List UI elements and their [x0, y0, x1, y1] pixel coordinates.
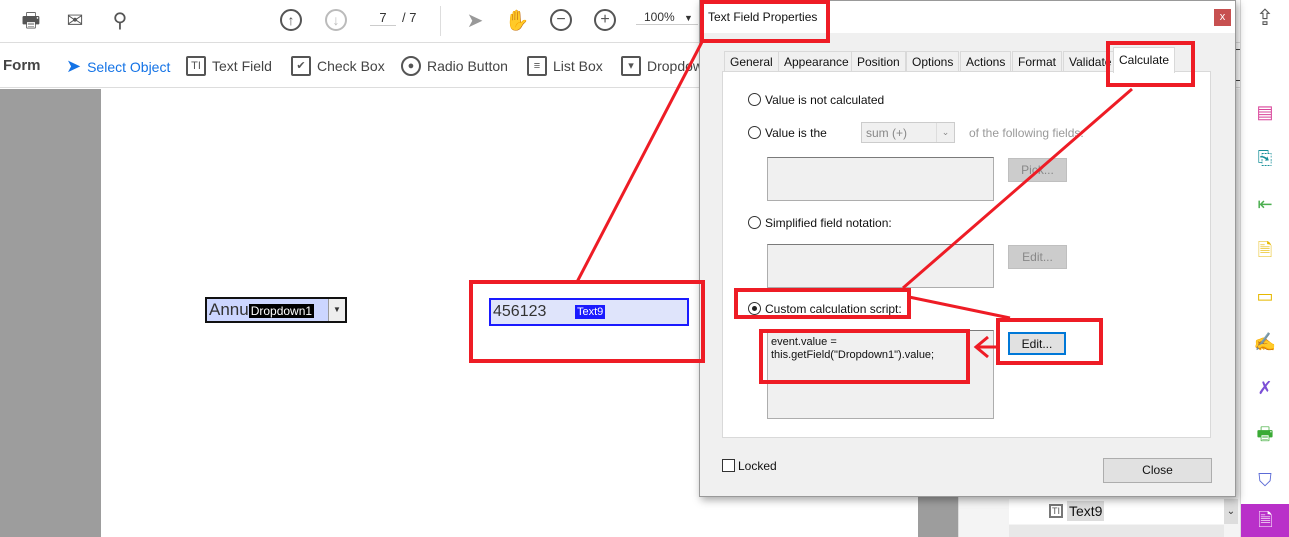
- dropdown-name: Dropdown1: [248, 304, 315, 318]
- page-number-input[interactable]: 7: [370, 10, 396, 26]
- operation-select[interactable]: sum (+) ⌄: [861, 122, 955, 143]
- fields-list-box[interactable]: [767, 157, 994, 201]
- dialog-title: Text Field Properties: [708, 10, 818, 24]
- list-item[interactable]: TI Text9: [1049, 501, 1105, 521]
- fill-sign-icon[interactable]: ✍: [1253, 330, 1277, 354]
- export-pdf-icon[interactable]: ⎘: [1253, 146, 1277, 170]
- zoom-out-icon[interactable]: −: [550, 9, 572, 31]
- tool-label: Radio Button: [427, 58, 508, 74]
- dropdown-icon: ▾: [621, 56, 641, 76]
- print-production-icon[interactable]: 🖶: [1253, 422, 1277, 446]
- page-total: / 7: [402, 10, 417, 25]
- list-item-label: Text9: [1067, 501, 1105, 521]
- hand-icon[interactable]: ✋: [504, 8, 530, 34]
- fields-list: [1009, 499, 1224, 524]
- script-box[interactable]: event.value = this.getField("Dropdown1")…: [767, 330, 994, 419]
- tool-label: Text Field: [212, 58, 272, 74]
- list-box-tool[interactable]: ≡ List Box: [527, 56, 603, 76]
- check-box-tool[interactable]: ✔ Check Box: [291, 56, 385, 76]
- search-icon[interactable]: ⚲: [107, 8, 133, 34]
- tab-format[interactable]: Format: [1012, 51, 1063, 72]
- select-object-tool[interactable]: ➤ Select Object: [66, 56, 170, 77]
- compress-icon[interactable]: ⇤: [1253, 192, 1277, 216]
- dropdown-field[interactable]: Annu Dropdown1 ▼: [205, 297, 347, 323]
- tab-appearance[interactable]: Appearance: [778, 51, 855, 72]
- radio-simplified[interactable]: [748, 216, 761, 229]
- label-simplified: Simplified field notation:: [765, 216, 892, 230]
- list-box-icon: ≡: [527, 56, 547, 76]
- locked-checkbox[interactable]: [722, 459, 735, 472]
- zoom-value: 100%: [644, 10, 675, 24]
- text-field-tool[interactable]: TI Text Field: [186, 56, 272, 76]
- horizontal-scrollbar[interactable]: [1009, 525, 1224, 537]
- text-field-icon: TI: [186, 56, 206, 76]
- radio-button-tool[interactable]: ● Radio Button: [401, 56, 508, 76]
- share-icon[interactable]: ⇪: [1253, 6, 1277, 30]
- simplified-edit-button[interactable]: Edit...: [1008, 245, 1067, 269]
- custom-edit-button[interactable]: Edit...: [1008, 332, 1066, 355]
- right-sidebar: ⇪ ▤ ⎘ ⇤ 🗎 ▭ ✍ ✗ 🖶 ⛉ 🗎: [1240, 0, 1289, 537]
- tab-actions[interactable]: Actions: [960, 51, 1012, 72]
- simplified-box[interactable]: [767, 244, 994, 288]
- tool-label: Check Box: [317, 58, 385, 74]
- radio-icon: ●: [401, 56, 421, 76]
- text-field-icon: TI: [1049, 504, 1063, 518]
- checkbox-icon: ✔: [291, 56, 311, 76]
- dialog-title-bar: Text Field Properties x: [700, 1, 1235, 33]
- text9-field[interactable]: 456123 Text9: [489, 298, 689, 326]
- tab-options[interactable]: Options: [906, 51, 960, 72]
- zoom-select[interactable]: 100% ▼: [636, 10, 698, 25]
- dialog-close-icon[interactable]: x: [1214, 9, 1231, 26]
- comment-file-icon[interactable]: 🗎: [1253, 238, 1277, 262]
- organize-pages-icon[interactable]: ▤: [1253, 100, 1277, 124]
- next-page-icon[interactable]: ↓: [325, 9, 347, 31]
- prev-page-icon[interactable]: ↑: [280, 9, 302, 31]
- form-title: Form: [3, 57, 41, 74]
- radio-value-is[interactable]: [748, 126, 761, 139]
- radio-custom-script[interactable]: [748, 302, 761, 315]
- sign-icon[interactable]: ✗: [1253, 376, 1277, 400]
- dropdown-tool[interactable]: ▾ Dropdown: [621, 56, 711, 76]
- label-following-fields: of the following fields:: [969, 126, 1084, 140]
- calculate-panel: Value is not calculated Value is the sum…: [722, 71, 1211, 438]
- locked-label: Locked: [738, 459, 777, 473]
- page-margin-left: [0, 89, 101, 537]
- close-button[interactable]: Close: [1103, 458, 1212, 483]
- text-field-value: 456123: [493, 303, 547, 320]
- tab-general[interactable]: General: [724, 51, 779, 72]
- divider: [440, 6, 441, 36]
- dropdown-arrow-icon[interactable]: ▼: [328, 299, 345, 321]
- label-not-calculated: Value is not calculated: [765, 93, 885, 107]
- label-custom-script: Custom calculation script:: [765, 302, 902, 316]
- tab-calculate[interactable]: Calculate: [1113, 47, 1176, 73]
- tab-validate[interactable]: Validate: [1063, 51, 1118, 72]
- comment-icon[interactable]: ▭: [1253, 284, 1277, 308]
- radio-not-calculated[interactable]: [748, 93, 761, 106]
- select-cursor-icon[interactable]: ➤: [462, 8, 488, 34]
- prepare-form-icon[interactable]: 🗎: [1241, 504, 1289, 537]
- protect-shield-icon[interactable]: ⛉: [1253, 468, 1277, 492]
- email-icon[interactable]: ✉: [62, 8, 88, 34]
- cursor-icon: ➤: [66, 56, 82, 76]
- operation-value: sum (+): [866, 126, 908, 140]
- dropdown-value: Annu: [209, 300, 249, 319]
- tool-label: Select Object: [87, 58, 171, 75]
- label-value-is: Value is the: [765, 126, 827, 140]
- pick-button[interactable]: Pick...: [1008, 158, 1067, 182]
- text-field-name: Text9: [575, 305, 606, 319]
- print-icon[interactable]: 🖶: [18, 8, 44, 34]
- scroll-down-icon[interactable]: ⌄: [1224, 499, 1238, 524]
- tab-position[interactable]: Position: [851, 51, 906, 72]
- tool-label: List Box: [553, 58, 603, 74]
- text-field-properties-dialog: Text Field Properties x General Appearan…: [699, 0, 1236, 497]
- chevron-down-icon: ▼: [684, 13, 693, 23]
- zoom-in-icon[interactable]: +: [594, 9, 616, 31]
- chevron-down-icon: ⌄: [936, 123, 954, 142]
